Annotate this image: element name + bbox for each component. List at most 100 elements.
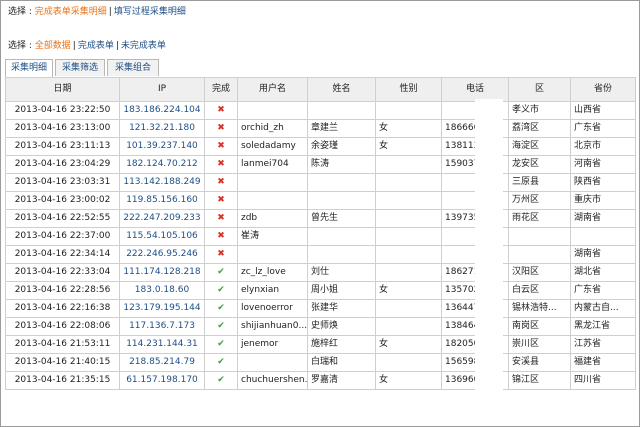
table-row[interactable]: 2013-04-16 22:34:14 222.246.95.246 ✖ 湖南省 <box>5 245 636 264</box>
data-table: 日期 IP 完成 用户名 姓名 性别 电话 区 省份 2013-04-16 23… <box>5 77 636 390</box>
cell-province: 广东省 <box>570 281 636 300</box>
cell-province: 山西省 <box>570 101 636 120</box>
filter-undone-link[interactable]: 未完成表单 <box>121 41 166 51</box>
cell-date: 2013-04-16 21:40:15 <box>5 353 120 372</box>
table-row[interactable]: 2013-04-16 22:08:06 117.136.7.173 ✔ shijian… <box>5 317 636 336</box>
cell-district <box>508 245 571 264</box>
column-header-date[interactable]: 日期 <box>5 77 120 102</box>
cell-name: 张建华 <box>307 299 376 318</box>
cell-sex: 女 <box>375 137 442 156</box>
cell-district: 南岗区 <box>508 317 571 336</box>
table-row[interactable]: 2013-04-16 23:03:31 113.142.188.249 ✖ 三原县 陕西… <box>5 173 636 192</box>
cell-name: 曾先生 <box>307 209 376 228</box>
cell-sex: 女 <box>375 335 442 354</box>
column-header-ip[interactable]: IP <box>119 77 205 102</box>
cell-district <box>508 227 571 246</box>
cell-username <box>237 101 308 120</box>
table-row[interactable]: 2013-04-16 23:22:50 183.186.224.104 ✖ 孝义市 山西… <box>5 101 636 120</box>
table-row[interactable]: 2013-04-16 21:40:15 218.85.214.79 ✔ 白瑞和 1565… <box>5 353 636 372</box>
cell-ip: 119.85.156.160 <box>119 191 205 210</box>
cell-name <box>307 245 376 264</box>
cell-username: lanmei704 <box>237 155 308 174</box>
check-icon: ✔ <box>204 335 238 354</box>
cell-province: 河南省 <box>570 155 636 174</box>
complete-detail-link[interactable]: 完成表单采集明细 <box>35 7 107 17</box>
check-icon: ✔ <box>204 317 238 336</box>
cell-username: soledadamy <box>237 137 308 156</box>
divider: | <box>108 7 112 17</box>
cell-username <box>237 191 308 210</box>
cell-sex <box>375 299 442 318</box>
table-row[interactable]: 2013-04-16 22:33:04 111.174.128.218 ✔ zc_lz… <box>5 263 636 282</box>
cell-date: 2013-04-16 23:13:00 <box>5 119 120 138</box>
table-row[interactable]: 2013-04-16 21:35:15 61.157.198.170 ✔ chuchu… <box>5 371 636 390</box>
column-header-done[interactable]: 完成 <box>204 77 238 102</box>
cell-sex <box>375 245 442 264</box>
column-header-phone[interactable]: 电话 <box>441 77 509 102</box>
table-row[interactable]: 2013-04-16 21:53:11 114.231.144.31 ✔ jenemo… <box>5 335 636 354</box>
table-row[interactable]: 2013-04-16 22:52:55 222.247.209.233 ✖ zdb 曾先… <box>5 209 636 228</box>
cell-province: 重庆市 <box>570 191 636 210</box>
cell-sex <box>375 263 442 282</box>
cross-icon: ✖ <box>204 173 238 192</box>
cell-ip: 182.124.70.212 <box>119 155 205 174</box>
tab-collect-detail[interactable]: 采集明细 <box>5 59 53 78</box>
select-label: 选择 : <box>8 7 32 17</box>
cell-sex <box>375 209 442 228</box>
check-icon: ✔ <box>204 353 238 372</box>
cell-district: 荔湾区 <box>508 119 571 138</box>
cell-ip: 183.186.224.104 <box>119 101 205 120</box>
table-row[interactable]: 2013-04-16 23:13:00 121.32.21.180 ✖ orchid_… <box>5 119 636 138</box>
table-header-row: 日期 IP 完成 用户名 姓名 性别 电话 区 省份 <box>5 77 636 102</box>
cell-name: 章建兰 <box>307 119 376 138</box>
cell-sex: 女 <box>375 371 442 390</box>
filter-all-link[interactable]: 全部数据 <box>35 41 71 51</box>
cell-province: 黑龙江省 <box>570 317 636 336</box>
cell-name: 史师焕 <box>307 317 376 336</box>
cell-province: 江苏省 <box>570 335 636 354</box>
cell-username <box>237 353 308 372</box>
column-header-username[interactable]: 用户名 <box>237 77 308 102</box>
cell-date: 2013-04-16 23:22:50 <box>5 101 120 120</box>
cell-province: 湖北省 <box>570 263 636 282</box>
filter-done-link[interactable]: 完成表单 <box>78 41 114 51</box>
cross-icon: ✖ <box>204 227 238 246</box>
check-icon: ✔ <box>204 299 238 318</box>
cell-name: 施梓红 <box>307 335 376 354</box>
cross-icon: ✖ <box>204 209 238 228</box>
cell-name: 余姿瑾 <box>307 137 376 156</box>
cell-sex <box>375 191 442 210</box>
tab-collect-combination[interactable]: 采集组合 <box>107 59 159 76</box>
column-header-sex[interactable]: 性别 <box>375 77 442 102</box>
cell-username: orchid_zh <box>237 119 308 138</box>
tab-collect-filter[interactable]: 采集筛选 <box>55 59 105 76</box>
cell-name: 周小姐 <box>307 281 376 300</box>
cell-username <box>237 245 308 264</box>
cell-district: 崇川区 <box>508 335 571 354</box>
cell-sex <box>375 317 442 336</box>
cell-district: 安溪县 <box>508 353 571 372</box>
cell-province: 内蒙古自... <box>570 299 636 318</box>
cell-date: 2013-04-16 22:34:14 <box>5 245 120 264</box>
cell-username: zc_lz_love <box>237 263 308 282</box>
filter-select-label: 选择 : <box>8 41 32 51</box>
column-header-province[interactable]: 省份 <box>570 77 636 102</box>
cell-district: 雨花区 <box>508 209 571 228</box>
column-header-name[interactable]: 姓名 <box>307 77 376 102</box>
table-row[interactable]: 2013-04-16 22:16:38 123.179.195.144 ✔ loven… <box>5 299 636 318</box>
cell-sex <box>375 155 442 174</box>
cell-district: 白云区 <box>508 281 571 300</box>
table-row[interactable]: 2013-04-16 23:04:29 182.124.70.212 ✖ lanmei… <box>5 155 636 174</box>
redaction-mask <box>475 99 503 426</box>
table-row[interactable]: 2013-04-16 23:11:13 101.39.237.140 ✖ soleda… <box>5 137 636 156</box>
column-header-district[interactable]: 区 <box>508 77 571 102</box>
table-row[interactable]: 2013-04-16 22:37:00 115.54.105.106 ✖ 崔涛 <box>5 227 636 246</box>
table-row[interactable]: 2013-04-16 22:28:56 183.0.18.60 ✔ elynxian 周… <box>5 281 636 300</box>
table-row[interactable]: 2013-04-16 23:00:02 119.85.156.160 ✖ 万州区 重庆市 <box>5 191 636 210</box>
divider: | <box>115 41 119 51</box>
cell-date: 2013-04-16 21:53:11 <box>5 335 120 354</box>
cell-province: 陕西省 <box>570 173 636 192</box>
cell-province: 广东省 <box>570 119 636 138</box>
cell-province: 福建省 <box>570 353 636 372</box>
process-detail-link[interactable]: 填写过程采集明细 <box>114 7 186 17</box>
